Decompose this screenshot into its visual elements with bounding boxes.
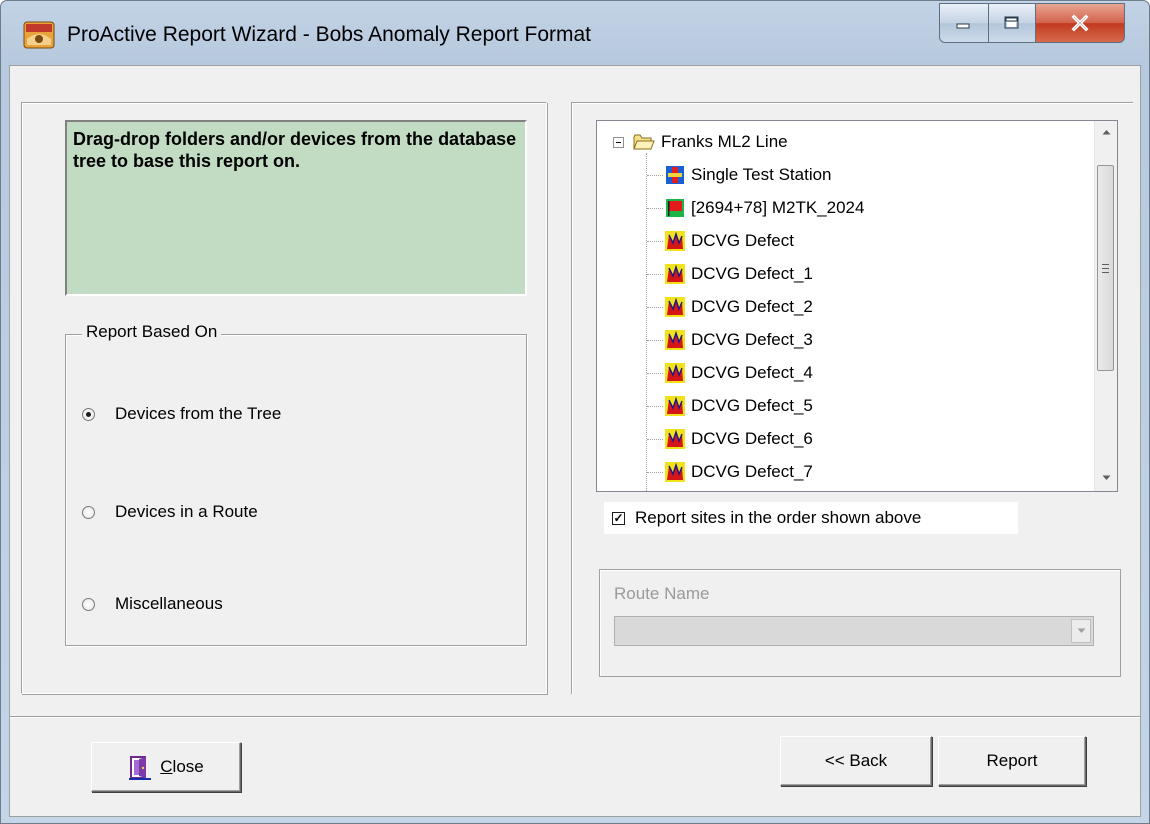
bottom-separator (10, 716, 1140, 718)
close-button-label: Close (160, 757, 203, 777)
tree-connector (647, 472, 663, 473)
radio-label: Miscellaneous (115, 594, 223, 613)
dcvg-defect-icon (665, 429, 685, 449)
report-based-on-group: Report Based On Devices from the Tree De… (65, 322, 527, 646)
dcvg-defect-icon (665, 462, 685, 482)
tree-item[interactable]: DCVG Defect_5 (665, 393, 813, 419)
exit-door-icon (129, 756, 152, 780)
maximize-icon (1004, 16, 1019, 29)
tree-connector (647, 241, 663, 242)
tree-connector (647, 208, 663, 209)
dcvg-defect-icon (665, 396, 685, 416)
radio-devices-from-tree[interactable]: Devices from the Tree (82, 401, 281, 427)
tree-item[interactable]: DCVG Defect_6 (665, 426, 813, 452)
tree-item-label: DCVG Defect (691, 231, 794, 250)
dcvg-defect-icon (665, 297, 685, 317)
tree-item[interactable]: DCVG Defect_3 (665, 327, 813, 353)
tree-root-label: Franks ML2 Line (661, 132, 788, 151)
order-checkbox-label: Report sites in the order shown above (635, 508, 922, 527)
tree-connector (647, 439, 663, 440)
tree-item-label: DCVG Defect_3 (691, 330, 813, 349)
tree-connector (647, 373, 663, 374)
tree-item-label: DCVG Defect_7 (691, 462, 813, 481)
tree-item[interactable]: DCVG Defect_7 (665, 459, 813, 485)
dcvg-defect-icon (665, 264, 685, 284)
database-tree[interactable]: Franks ML2 Line Single Test Station [269… (596, 120, 1118, 492)
close-accelerator: C (160, 757, 173, 776)
tree-item-label: DCVG Defect_1 (691, 264, 813, 283)
radio-icon[interactable] (82, 505, 95, 519)
tree-root-node[interactable]: Franks ML2 Line (613, 129, 788, 155)
scroll-thumb[interactable] (1097, 165, 1114, 371)
route-name-combo[interactable] (614, 616, 1094, 646)
tree-connector (647, 406, 663, 407)
radio-label: Devices in a Route (115, 502, 258, 521)
grip-icon (1102, 263, 1109, 273)
checkbox-checked-icon[interactable]: ✓ (612, 511, 625, 525)
tree-item[interactable]: Single Test Station (665, 162, 832, 188)
tree-item[interactable]: DCVG Defect (665, 228, 794, 254)
combo-dropdown-button[interactable] (1071, 619, 1091, 643)
arrow-down-icon (1102, 475, 1110, 480)
tree-connector-line (646, 153, 647, 491)
dialog-client-area: Drag-drop folders and/or devices from th… (9, 65, 1141, 817)
route-name-group: Route Name (599, 569, 1121, 677)
close-label-rest: lose (172, 757, 204, 776)
radio-devices-in-route[interactable]: Devices in a Route (82, 499, 258, 525)
tree-item-label: DCVG Defect_4 (691, 363, 813, 382)
radio-icon-checked[interactable] (82, 407, 95, 421)
dcvg-defect-icon (665, 363, 685, 383)
title-bar[interactable]: ProActive Report Wizard - Bobs Anomaly R… (1, 1, 1149, 65)
tree-item[interactable]: DCVG Defect_2 (665, 294, 813, 320)
minimize-icon (956, 23, 970, 29)
tree-item[interactable]: DCVG Defect_4 (665, 360, 813, 386)
radio-miscellaneous[interactable]: Miscellaneous (82, 591, 223, 617)
radio-icon[interactable] (82, 597, 95, 611)
chevron-down-icon (1077, 628, 1085, 633)
tree-item[interactable]: DCVG Defect_1 (665, 261, 813, 287)
tree-item-label: DCVG Defect_5 (691, 396, 813, 415)
maximize-button[interactable] (988, 3, 1036, 43)
close-window-button[interactable] (1035, 3, 1125, 43)
close-button[interactable]: Close (91, 742, 241, 792)
route-name-label: Route Name (614, 584, 710, 603)
minimize-button[interactable] (939, 3, 989, 43)
report-wizard-window: ProActive Report Wizard - Bobs Anomaly R… (0, 0, 1150, 824)
group-legend: Report Based On (82, 322, 222, 342)
tree-item-label: [2694+78] M2TK_2024 (691, 198, 865, 217)
scroll-up-button[interactable] (1095, 121, 1117, 143)
close-icon (1071, 14, 1089, 32)
tree-item-label: DCVG Defect_2 (691, 297, 813, 316)
arrow-up-icon (1102, 130, 1110, 135)
app-logo-icon (23, 21, 55, 49)
radio-label: Devices from the Tree (115, 404, 282, 423)
tree-connector (647, 175, 663, 176)
dcvg-defect-icon (665, 330, 685, 350)
instructions-box: Drag-drop folders and/or devices from th… (65, 120, 527, 296)
dcvg-defect-icon (665, 231, 685, 251)
order-checkbox-row[interactable]: ✓ Report sites in the order shown above (604, 502, 1018, 534)
scroll-down-button[interactable] (1095, 467, 1117, 489)
report-button[interactable]: Report (938, 736, 1086, 786)
collapse-icon[interactable] (613, 136, 624, 148)
tree-connector (647, 274, 663, 275)
tree-connector (647, 340, 663, 341)
tree-item-label: Single Test Station (691, 165, 832, 184)
tree-item[interactable]: [2694+78] M2TK_2024 (665, 195, 864, 221)
back-button[interactable]: << Back (780, 736, 932, 786)
flag-icon (666, 199, 684, 217)
window-title: ProActive Report Wizard - Bobs Anomaly R… (67, 23, 592, 46)
tree-connector (647, 307, 663, 308)
tree-item-label: DCVG Defect_6 (691, 429, 813, 448)
test-station-icon (666, 166, 684, 184)
tree-vertical-scrollbar[interactable] (1094, 121, 1117, 491)
folder-icon (633, 134, 655, 150)
